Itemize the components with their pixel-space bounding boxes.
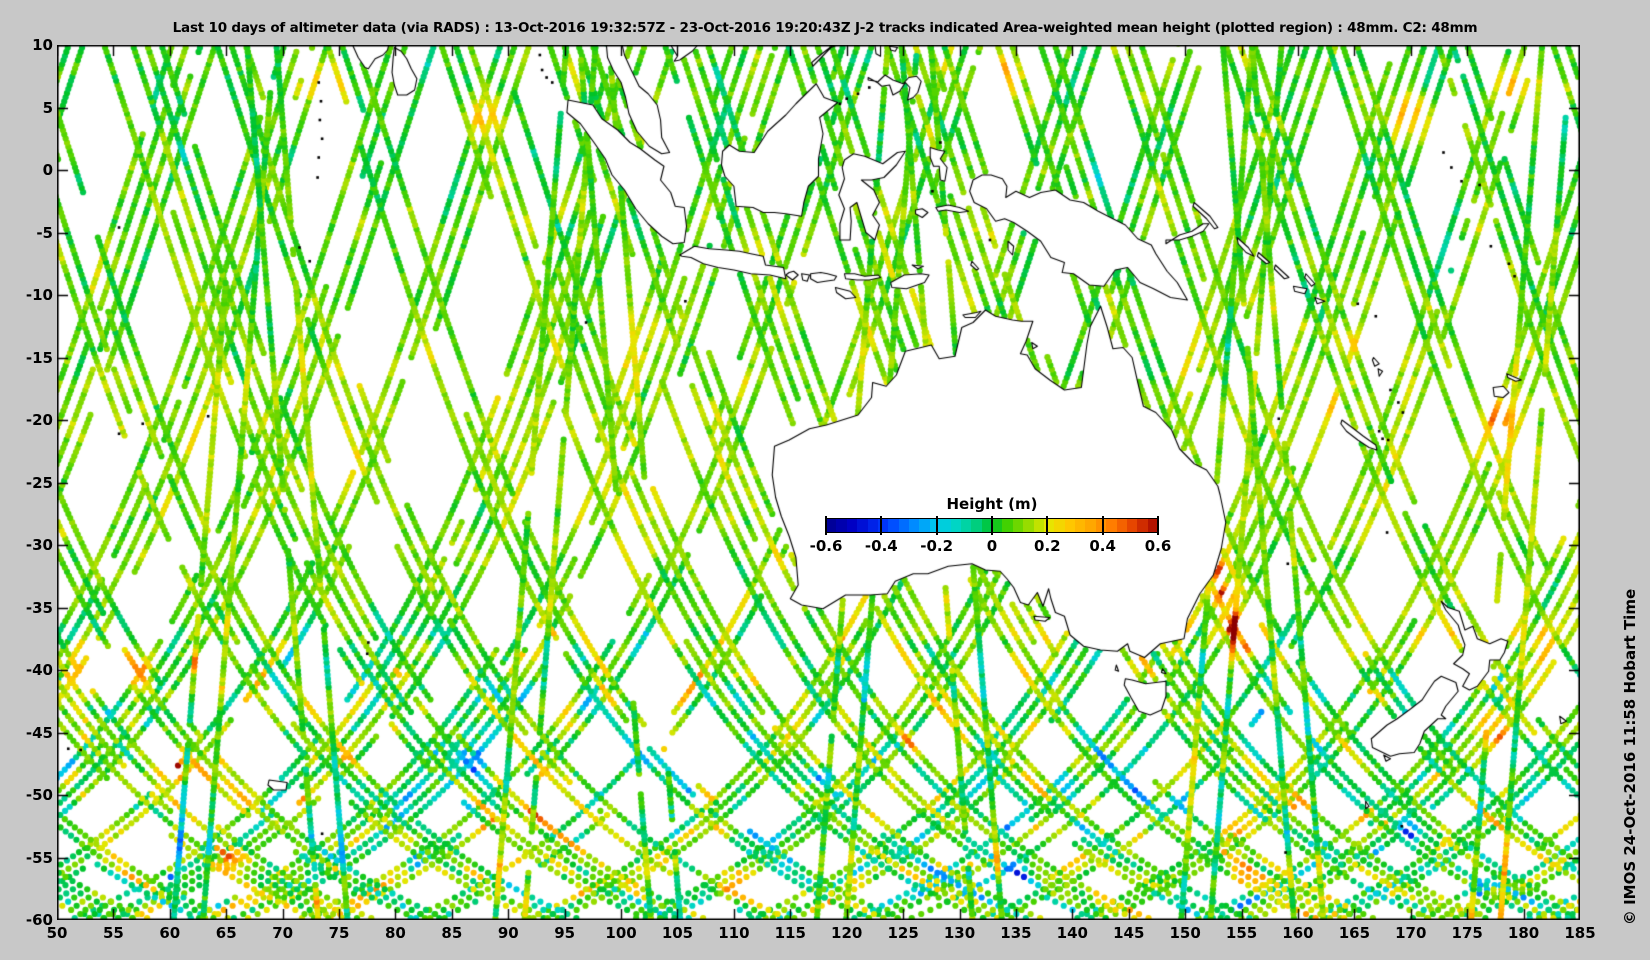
x-axis-tick-label: 150 bbox=[1169, 924, 1201, 942]
x-axis-tick-label: 110 bbox=[718, 924, 750, 942]
x-axis-tick-label: 140 bbox=[1056, 924, 1088, 942]
colorbar-segment bbox=[1064, 519, 1075, 532]
colorbar-tick bbox=[935, 516, 938, 535]
x-axis-tick-label: 90 bbox=[497, 924, 519, 942]
x-axis-tick-label: 130 bbox=[943, 924, 976, 942]
y-axis-tick-label: -50 bbox=[25, 786, 53, 804]
colorbar-segment bbox=[909, 519, 920, 532]
colorbar-segment bbox=[960, 519, 972, 532]
colorbar-segment bbox=[919, 519, 930, 532]
colorbar-tick bbox=[880, 516, 883, 535]
y-axis-tick-label: -30 bbox=[25, 536, 53, 554]
plot-title: Last 10 days of altimeter data (via RADS… bbox=[172, 20, 1478, 36]
x-axis-tick-label: 185 bbox=[1564, 924, 1596, 942]
x-axis-tick-label: 75 bbox=[328, 924, 350, 942]
x-axis-tick-label: 125 bbox=[887, 924, 919, 942]
y-axis-tick-label: -55 bbox=[25, 848, 53, 867]
y-axis-tick-label: 10 bbox=[32, 36, 53, 54]
x-axis-tick-label: 105 bbox=[661, 924, 694, 942]
colorbar-segment bbox=[1012, 519, 1024, 532]
y-axis-tick-label: -15 bbox=[25, 348, 53, 367]
altimeter-figure: Last 10 days of altimeter data (via RADS… bbox=[0, 0, 1650, 960]
colorbar-segment bbox=[950, 519, 961, 532]
y-axis-tick-label: -60 bbox=[25, 911, 53, 929]
colorbar-segment bbox=[1126, 519, 1138, 532]
credit-text: © IMOS 24-Oct-2016 11:58 Hobart Time bbox=[1621, 588, 1639, 926]
x-axis-tick-label: 60 bbox=[159, 924, 181, 942]
y-axis-tick-label: 0 bbox=[42, 161, 53, 179]
y-axis-tick-label: -35 bbox=[25, 598, 53, 617]
colorbar-segment bbox=[857, 519, 868, 532]
x-axis-tick-label: 160 bbox=[1282, 924, 1314, 942]
colorbar-segment bbox=[898, 519, 909, 532]
colorbar-segment bbox=[867, 519, 878, 532]
x-axis-tick-label: 70 bbox=[272, 924, 294, 942]
colorbar-tick bbox=[1101, 516, 1104, 535]
x-axis-tick-label: 80 bbox=[385, 924, 406, 942]
colorbar-segment bbox=[836, 519, 847, 532]
colorbar-segment bbox=[846, 519, 858, 532]
colorbar-segment bbox=[1033, 519, 1044, 532]
y-axis-tick-label: -45 bbox=[25, 723, 53, 742]
colorbar-tick-label: 0.2 bbox=[1034, 537, 1061, 555]
colorbar-tick-label: -0.4 bbox=[864, 537, 898, 555]
x-axis-tick-label: 175 bbox=[1451, 924, 1483, 942]
x-axis-tick-label: 115 bbox=[774, 924, 806, 942]
x-axis-tick-label: 165 bbox=[1338, 924, 1371, 942]
colorbar-tick bbox=[1157, 516, 1159, 535]
colorbar-segment bbox=[1116, 519, 1127, 532]
x-axis-tick-label: 95 bbox=[554, 924, 576, 942]
x-axis-tick-label: 85 bbox=[441, 924, 463, 942]
colorbar-title: Height (m) bbox=[946, 495, 1038, 513]
colorbar-segment bbox=[888, 519, 899, 532]
colorbar-segment bbox=[1106, 519, 1117, 532]
colorbar-segment bbox=[1002, 519, 1013, 532]
map-canvas bbox=[57, 45, 1580, 920]
y-axis-tick-label: 5 bbox=[42, 98, 53, 117]
colorbar-segment bbox=[1137, 519, 1148, 532]
colorbar-segment bbox=[1023, 519, 1034, 532]
colorbar-tick-label: 0.6 bbox=[1144, 537, 1172, 555]
colorbar-segment bbox=[1054, 519, 1065, 532]
colorbar-segment bbox=[992, 519, 1003, 532]
y-axis-tick-label: -10 bbox=[25, 286, 53, 304]
colorbar-tick-label: -0.6 bbox=[809, 537, 843, 555]
colorbar-tick bbox=[825, 516, 827, 535]
colorbar-tick bbox=[991, 516, 993, 535]
colorbar-tick-label: -0.2 bbox=[920, 537, 954, 555]
y-axis-tick-label: -40 bbox=[25, 661, 53, 679]
colorbar-segment bbox=[1085, 519, 1096, 532]
colorbar-tick-label: 0 bbox=[986, 537, 998, 555]
colorbar-segment bbox=[940, 519, 951, 532]
colorbar-segment bbox=[826, 519, 837, 532]
colorbar-segment bbox=[971, 519, 982, 532]
x-axis-tick-label: 180 bbox=[1507, 924, 1540, 942]
colorbar-segment bbox=[1075, 519, 1086, 532]
x-axis-tick-label: 145 bbox=[1113, 924, 1145, 942]
x-axis-tick-label: 100 bbox=[605, 924, 637, 942]
colorbar-tick bbox=[1046, 516, 1049, 535]
y-axis-tick-label: -20 bbox=[25, 411, 53, 429]
colorbar-tick-label: 0.4 bbox=[1089, 537, 1116, 555]
map-plot-area bbox=[57, 45, 1580, 920]
x-axis-tick-label: 55 bbox=[102, 924, 124, 942]
y-axis-tick-label: -25 bbox=[25, 473, 53, 492]
y-axis-tick-label: -5 bbox=[36, 223, 53, 242]
x-axis-tick-label: 135 bbox=[1000, 924, 1032, 942]
x-axis-tick-label: 65 bbox=[215, 924, 237, 942]
x-axis-tick-label: 155 bbox=[1225, 924, 1258, 942]
x-axis-tick-label: 120 bbox=[831, 924, 863, 942]
x-axis-tick-label: 170 bbox=[1395, 924, 1427, 942]
